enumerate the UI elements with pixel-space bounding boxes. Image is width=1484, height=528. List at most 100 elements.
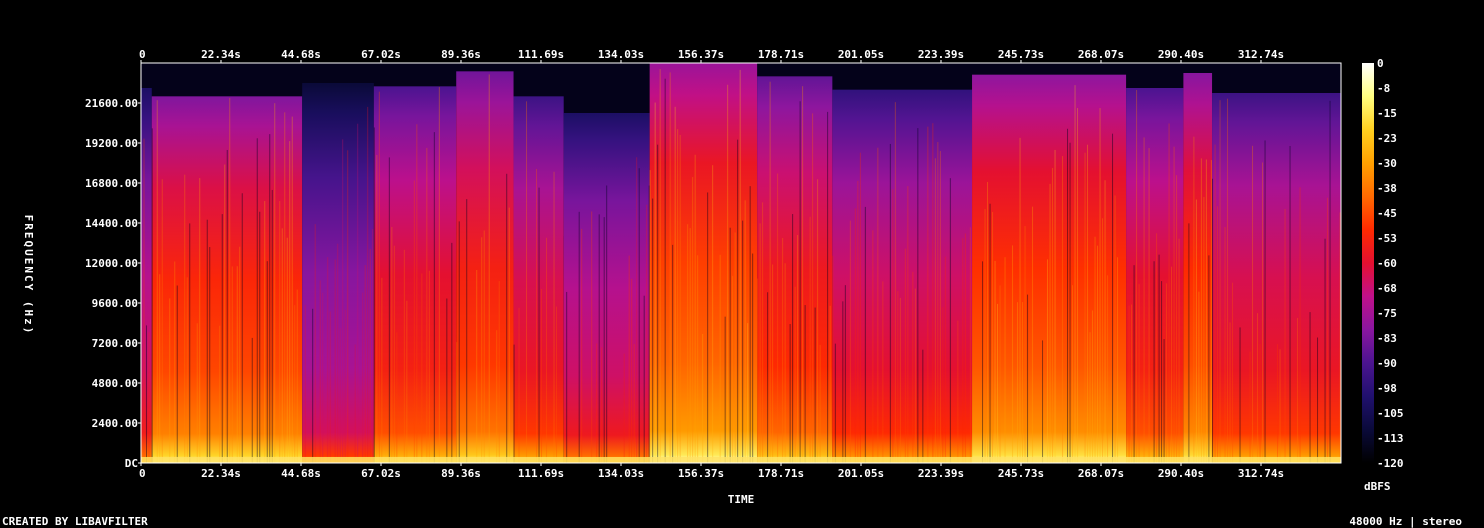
- x-tick-label-top: 312.74s: [1238, 48, 1284, 61]
- spectrogram-strand: [393, 245, 395, 463]
- x-tick-label-top: 201.05s: [838, 48, 884, 61]
- spectrogram-strand: [631, 278, 633, 463]
- spectrogram-strand: [219, 325, 221, 463]
- spectrogram-strand: [294, 305, 296, 463]
- spectrogram-strand: [1229, 322, 1231, 463]
- spectrogram-strand: [224, 164, 226, 463]
- colorbar-tick-label: -90: [1377, 357, 1397, 370]
- x-tick-label-bottom: 223.39s: [918, 467, 964, 480]
- spectrogram-strand: [451, 242, 453, 463]
- spectrogram-strand: [344, 309, 346, 463]
- spectrogram-strand: [957, 320, 959, 463]
- spectrogram-strand: [496, 330, 498, 463]
- spectrogram-strand: [897, 291, 899, 463]
- spectrogram-strand: [1019, 137, 1021, 463]
- spectrogram-strand: [391, 226, 393, 463]
- x-tick-label-bottom: 268.07s: [1078, 467, 1124, 480]
- spectrogram-segment: [151, 96, 303, 464]
- spectrogram-strand: [456, 342, 458, 463]
- spectrogram-strand: [1024, 226, 1026, 463]
- spectrogram-strand: [381, 277, 383, 463]
- spectrogram-strand: [186, 277, 188, 463]
- spectrogram-strand: [727, 84, 729, 463]
- spectrogram-strand: [894, 102, 896, 463]
- spectrogram-strand: [1117, 257, 1119, 463]
- colorbar-tick-label: -15: [1377, 107, 1397, 120]
- spectrogram-strand: [1089, 332, 1091, 463]
- spectrogram-strand: [889, 143, 891, 463]
- spectrogram-strand: [476, 270, 478, 463]
- spectrogram-strand: [982, 261, 984, 463]
- spectrogram-strand: [406, 300, 408, 463]
- x-tick-label-bottom: 22.34s: [201, 467, 241, 480]
- spectrogram-strand: [679, 134, 681, 463]
- spectrogram-strand: [271, 189, 273, 463]
- spectrogram-strand: [546, 237, 548, 463]
- spectrogram-strand: [914, 288, 916, 463]
- spectrogram-strand: [1205, 159, 1207, 463]
- colorbar-tick-label: -30: [1377, 157, 1397, 170]
- colorbar-tick-label: -68: [1377, 282, 1397, 295]
- spectrogram-strand: [373, 127, 375, 464]
- spectrogram-band: [1183, 73, 1213, 463]
- spectrogram-strand: [1163, 339, 1165, 463]
- spectrogram-strand: [859, 152, 861, 463]
- spectrogram-strand: [697, 255, 699, 463]
- x-tick-label-bottom: 67.02s: [361, 467, 401, 480]
- spectrogram-strand: [997, 303, 999, 463]
- spectrogram-strand: [231, 266, 233, 463]
- spectrogram-strand: [1284, 208, 1286, 463]
- spectrogram-segment: [456, 71, 514, 464]
- spectrogram-strand: [1299, 187, 1301, 463]
- spectrogram-strand: [598, 214, 600, 463]
- spectrogram-strand: [367, 106, 369, 463]
- spectrogram-strand: [799, 101, 801, 463]
- x-tick-label-top: 67.02s: [361, 48, 401, 61]
- spectrogram-strand: [1047, 259, 1049, 463]
- spectrogram-strand: [633, 344, 635, 463]
- spectrogram-strand: [169, 298, 171, 463]
- spectrogram-segment: [141, 88, 152, 463]
- spectrogram-strand: [842, 301, 844, 463]
- spectrogram-strand: [274, 103, 276, 463]
- spectrogram-strand: [296, 289, 298, 463]
- spectrogram-strand: [146, 325, 147, 463]
- y-tick-label: 9600.00: [92, 297, 138, 310]
- spectrogram-strand: [707, 192, 709, 463]
- x-axis-title: TIME: [728, 493, 755, 506]
- spectrogram-chart: 0 22.34s 44.68s 67.02s 89.36s 111.69s 134.03s 1…: [22, 48, 1404, 506]
- y-tick-label: 2400.00: [92, 417, 138, 430]
- spectrogram-strand: [1239, 327, 1241, 463]
- spectrogram-strand: [329, 311, 331, 463]
- spectrogram-strand: [829, 305, 831, 463]
- colorbar-tick-label: -75: [1377, 307, 1397, 320]
- spectrogram-segment: [563, 113, 650, 463]
- spectrogram-strand: [251, 337, 253, 463]
- spectrogram-strand: [987, 181, 989, 464]
- spectrogram-strand: [962, 238, 964, 463]
- spectrogram-strand: [1074, 85, 1076, 464]
- spectrogram-strand: [1032, 206, 1034, 463]
- spectrogram-strand: [817, 179, 819, 463]
- x-tick-label-top: 89.36s: [441, 48, 481, 61]
- spectrogram-strand: [1027, 294, 1029, 463]
- spectrogram-strand: [1128, 305, 1130, 463]
- spectrogram-strand: [1289, 145, 1291, 463]
- spectrogram-strand: [1166, 283, 1168, 463]
- spectrogram-strand: [729, 227, 731, 463]
- spectrogram-strand: [969, 227, 971, 463]
- spectrogram-strand: [794, 286, 796, 463]
- spectrogram-strand: [922, 349, 924, 463]
- x-tick-label-bottom: 290.40s: [1158, 467, 1204, 480]
- spectrogram-strand: [744, 200, 746, 464]
- spectrogram-strand: [669, 72, 671, 463]
- spectrogram-strand: [1264, 140, 1266, 464]
- spectrogram-strand: [1324, 238, 1326, 463]
- colorbar-tick-label: -105: [1377, 407, 1404, 420]
- spectrogram-strand: [1195, 199, 1197, 463]
- spectrogram-strand: [357, 123, 359, 464]
- spectrogram-strand: [752, 253, 754, 463]
- spectrogram-strand: [819, 344, 821, 463]
- spectrogram-strand: [1214, 144, 1216, 463]
- spectrogram-strand: [1042, 340, 1044, 463]
